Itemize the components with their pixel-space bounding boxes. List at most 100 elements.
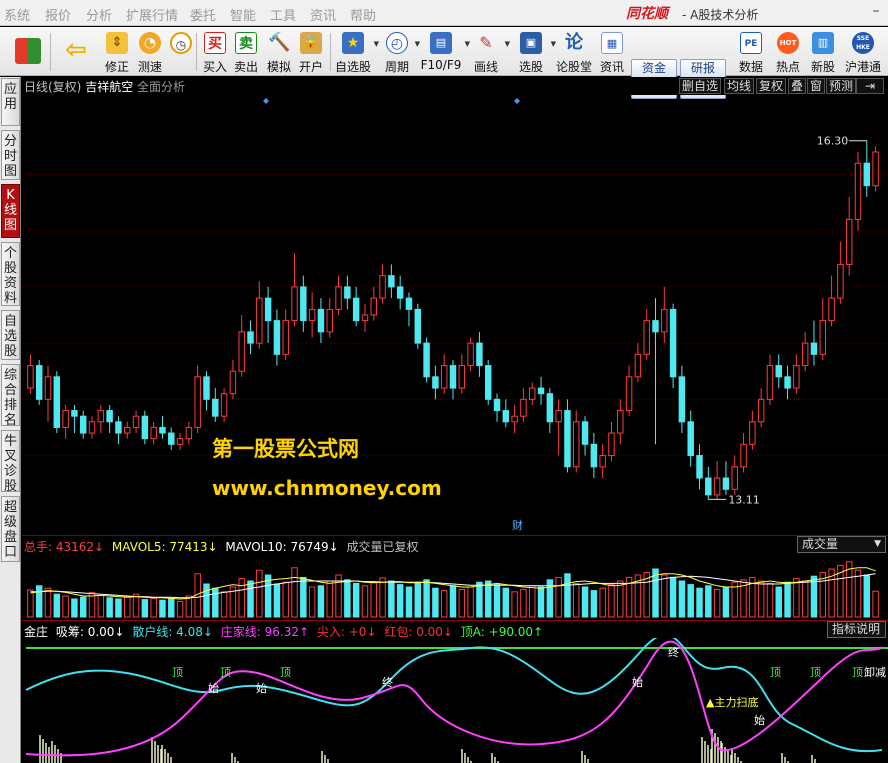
ma-tab[interactable]: 均线 bbox=[724, 78, 755, 94]
signal-label: 卸减 bbox=[864, 665, 886, 679]
menu-news[interactable]: 资讯 bbox=[310, 5, 336, 24]
side-tab-apps[interactable]: 应用 bbox=[1, 78, 20, 126]
candle bbox=[238, 331, 245, 372]
volume-bar bbox=[801, 580, 809, 618]
kline-chart[interactable]: 16.30 13.11 财 bbox=[22, 95, 888, 534]
candle bbox=[766, 365, 774, 400]
candle bbox=[97, 410, 105, 423]
candle bbox=[537, 387, 545, 395]
menu-quote[interactable]: 报价 bbox=[45, 5, 71, 24]
stock-picker-button[interactable]: ▣ ▼ 选股 bbox=[512, 30, 556, 74]
volume-bar bbox=[71, 598, 78, 618]
volume-bar bbox=[264, 574, 272, 618]
volume-bar bbox=[678, 580, 686, 618]
volume-bar bbox=[608, 584, 615, 618]
forum-button[interactable]: 论 论股堂 bbox=[556, 30, 592, 74]
candle bbox=[476, 342, 483, 367]
volume-bar bbox=[247, 580, 254, 618]
indicator-help-button[interactable]: 指标说明 bbox=[827, 621, 886, 638]
candle bbox=[291, 286, 298, 322]
candle bbox=[608, 432, 615, 457]
volume-bar bbox=[590, 590, 598, 618]
adjust-tab[interactable]: 复权 bbox=[756, 78, 787, 94]
candle bbox=[106, 410, 113, 423]
menu-system[interactable]: 系统 bbox=[4, 5, 30, 24]
draw-line-button[interactable]: ✎ ▼ 画线 bbox=[468, 30, 510, 74]
news-button[interactable]: ▦ 资讯 bbox=[596, 30, 628, 74]
side-tab-super-board[interactable]: 超级盘口 bbox=[1, 496, 20, 562]
event-diamond-icon[interactable] bbox=[514, 98, 520, 104]
signal-label: 始 bbox=[754, 713, 765, 727]
side-tab-timeshare[interactable]: 分时图 bbox=[1, 130, 20, 180]
menu-help[interactable]: 帮助 bbox=[350, 5, 376, 24]
candle bbox=[79, 415, 87, 434]
side-tab-diagnosis[interactable]: 牛叉诊股 bbox=[1, 430, 20, 494]
candle bbox=[784, 376, 791, 389]
candle bbox=[854, 162, 862, 220]
side-tab-ranking[interactable]: 综合排名 bbox=[1, 364, 20, 428]
candle bbox=[484, 365, 492, 400]
menu-extended-quote[interactable]: 扩展行情 bbox=[126, 5, 178, 24]
volume-bar bbox=[53, 593, 61, 618]
candle bbox=[124, 426, 131, 434]
clock-button[interactable]: ◷ bbox=[166, 30, 196, 74]
overlay-tab[interactable]: 叠 bbox=[788, 78, 807, 94]
menu-trade[interactable]: 委托 bbox=[190, 5, 216, 24]
candle bbox=[229, 370, 237, 395]
side-tab-watchlist[interactable]: 自选股 bbox=[1, 310, 20, 360]
volume-indicator-select[interactable]: 成交量 ▼ bbox=[797, 536, 886, 553]
candle bbox=[845, 218, 853, 265]
side-tab-label: 应用 bbox=[3, 82, 17, 112]
document-icon: ▤ bbox=[430, 32, 452, 54]
candle bbox=[643, 320, 650, 355]
window-tab[interactable]: 窗 bbox=[807, 78, 826, 94]
data-button[interactable]: PE 数据 bbox=[734, 30, 768, 74]
layout-button[interactable] bbox=[10, 30, 46, 74]
candle bbox=[247, 331, 254, 344]
candle bbox=[256, 297, 263, 344]
f10-button[interactable]: ▤ ▼ F10/F9 bbox=[418, 30, 470, 74]
chevron-down-icon: ▼ bbox=[373, 40, 379, 48]
period-button[interactable]: ◴ ▼ 周期 bbox=[380, 30, 420, 74]
back-button[interactable]: ⇦ bbox=[58, 30, 94, 74]
minimize-icon[interactable]: – bbox=[866, 2, 886, 22]
hk-connect-button[interactable]: SSE HKE 沪港通 bbox=[842, 30, 884, 74]
menu-tools[interactable]: 工具 bbox=[270, 5, 296, 24]
candle bbox=[696, 455, 703, 479]
collapse-panel-icon[interactable]: ⇥ bbox=[856, 78, 884, 94]
hot-topics-button[interactable]: HOT 热点 bbox=[771, 30, 805, 74]
simulate-button[interactable]: 🔨 模拟 bbox=[263, 30, 295, 74]
finance-marker[interactable]: 财 bbox=[512, 518, 523, 532]
side-tab-stock-info[interactable]: 个股资料 bbox=[1, 242, 20, 306]
volume-bar bbox=[458, 588, 466, 618]
candle bbox=[282, 320, 289, 355]
fund-button[interactable]: 资金 bbox=[631, 59, 677, 78]
candle bbox=[432, 376, 439, 389]
watchlist-button[interactable]: ★ ▼ 自选股 bbox=[333, 30, 379, 74]
event-diamond-icon[interactable] bbox=[263, 98, 269, 104]
volume-bar bbox=[35, 585, 43, 618]
open-account-button[interactable]: 🔒 开户 bbox=[295, 30, 327, 74]
candle bbox=[529, 387, 536, 400]
chart-header: 日线(复权) 吉祥航空 全面分析 删自选 均线 复权 叠 窗 预测 ⇥ bbox=[22, 77, 888, 95]
menu-smart[interactable]: 智能 bbox=[230, 5, 256, 24]
news-page-icon: ▦ bbox=[601, 32, 623, 54]
volume-chart[interactable] bbox=[22, 553, 888, 619]
volume-bar bbox=[396, 584, 404, 618]
indicator-chart[interactable]: 顶 顶 始 始 顶 终 始 终 顶 顶 顶 卸减 ▲主力扫底 始 bbox=[22, 638, 888, 763]
candle bbox=[819, 320, 827, 355]
remove-watchlist-tab[interactable]: 删自选 bbox=[679, 78, 722, 94]
volume-bar bbox=[573, 582, 580, 618]
side-tab-kline[interactable]: K线图 bbox=[1, 184, 20, 238]
volume-bar bbox=[203, 583, 210, 618]
buy-button[interactable]: 买 买入 bbox=[200, 30, 230, 74]
sell-button[interactable]: 卖 卖出 bbox=[231, 30, 261, 74]
speed-test-button[interactable]: ◔ 测速 bbox=[134, 30, 166, 74]
back-arrow-icon: ⇦ bbox=[65, 35, 87, 65]
menu-analysis[interactable]: 分析 bbox=[86, 5, 112, 24]
research-button[interactable]: 研报 bbox=[680, 59, 726, 78]
fix-button[interactable]: ⇕ 修正 bbox=[100, 30, 134, 74]
candle bbox=[749, 421, 756, 445]
new-stocks-button[interactable]: ▥ 新股 bbox=[806, 30, 840, 74]
forecast-tab[interactable]: 预测 bbox=[826, 78, 857, 94]
